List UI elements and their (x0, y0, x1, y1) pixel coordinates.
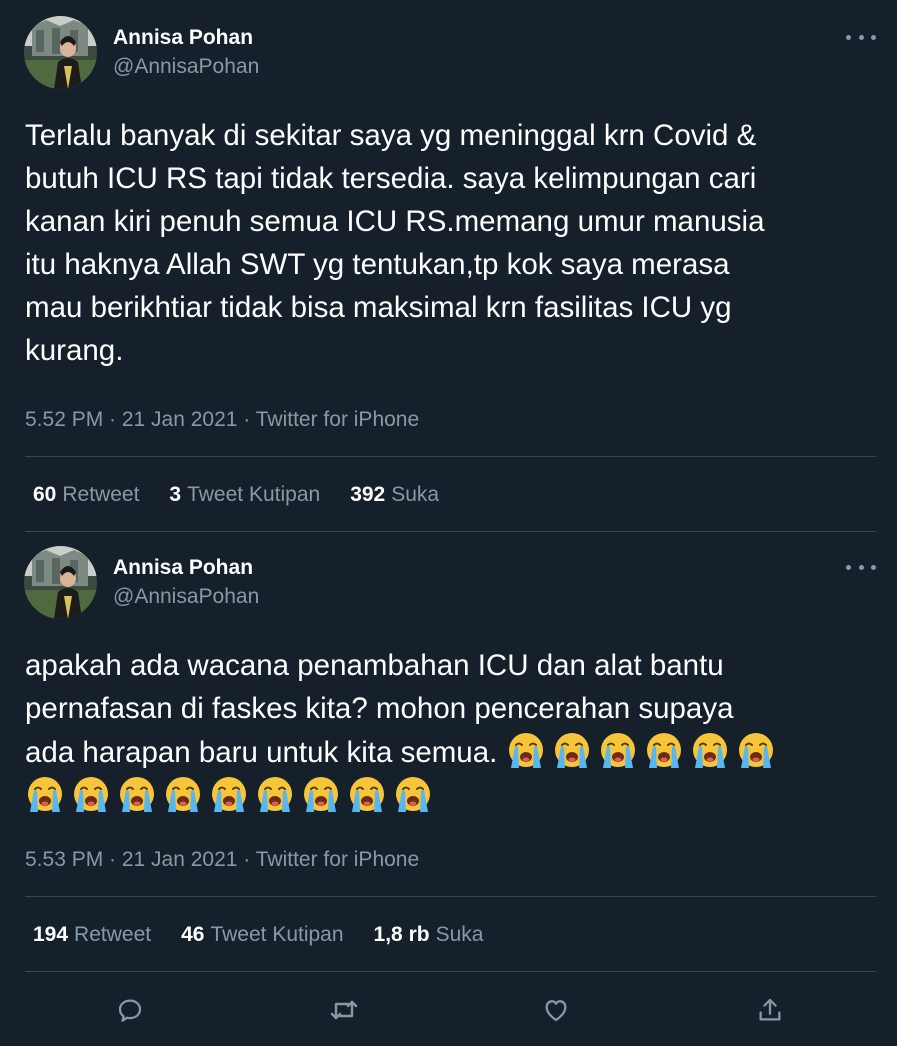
divider (25, 531, 876, 532)
emoji-row (506, 733, 782, 769)
retweet-label: Retweet (62, 483, 140, 506)
share-icon[interactable] (750, 990, 790, 1030)
tweet-text: apakah ada wacana penambahan ICU dan ala… (25, 644, 885, 818)
author-handle[interactable]: @AnnisaPohan (113, 55, 259, 79)
loudly-crying-face-icon (600, 733, 635, 768)
retweet-stat[interactable]: 194 Retweet (33, 923, 151, 947)
tweet-stats: 194 Retweet 46 Tweet Kutipan 1,8 rb Suka (33, 923, 483, 947)
quote-count: 46 (181, 923, 205, 946)
loudly-crying-face-icon (396, 777, 430, 812)
tweet-timestamp[interactable]: 5.52 PM · 21 Jan 2021 · Twitter for iPho… (25, 408, 419, 432)
loudly-crying-face-icon (28, 777, 62, 812)
avatar[interactable] (24, 16, 97, 89)
emoji-row (25, 777, 439, 813)
divider (25, 456, 876, 457)
like-label: Suka (391, 483, 440, 506)
author-name[interactable]: Annisa Pohan (113, 26, 253, 50)
quote-count: 3 (169, 483, 182, 506)
quote-stat[interactable]: 46 Tweet Kutipan (181, 923, 343, 947)
avatar[interactable] (24, 546, 97, 619)
loudly-crying-face-icon (212, 777, 246, 812)
loudly-crying-face-icon (120, 777, 154, 812)
like-count: 1,8 rb (373, 923, 430, 946)
more-options-icon[interactable] (846, 557, 876, 577)
retweet-count: 60 (33, 483, 57, 506)
quote-label: Tweet Kutipan (210, 923, 344, 946)
like-label: Suka (435, 923, 484, 946)
like-stat[interactable]: 1,8 rb Suka (374, 923, 484, 947)
loudly-crying-face-icon (554, 733, 589, 768)
profile-photo-icon (24, 546, 97, 619)
loudly-crying-face-icon (74, 777, 108, 812)
loudly-crying-face-icon (508, 733, 543, 768)
more-options-icon[interactable] (846, 27, 876, 47)
tweet-timestamp[interactable]: 5.53 PM · 21 Jan 2021 · Twitter for iPho… (25, 848, 419, 872)
like-count: 392 (350, 483, 386, 506)
loudly-crying-face-icon (166, 777, 200, 812)
tweet-text: Terlalu banyak di sekitar saya yg mening… (25, 119, 765, 367)
loudly-crying-face-icon (646, 733, 681, 768)
author-handle[interactable]: @AnnisaPohan (113, 585, 259, 609)
loudly-crying-face-icon (258, 777, 292, 812)
like-stat[interactable]: 392 Suka (350, 483, 439, 507)
retweet-label: Retweet (74, 923, 152, 946)
divider (25, 971, 876, 972)
profile-photo-icon (24, 16, 97, 89)
retweet-icon[interactable] (324, 990, 364, 1030)
tweet-stats: 60 Retweet 3 Tweet Kutipan 392 Suka (33, 483, 439, 507)
quote-stat[interactable]: 3 Tweet Kutipan (169, 483, 320, 507)
reply-icon[interactable] (110, 990, 150, 1030)
author-name[interactable]: Annisa Pohan (113, 556, 253, 580)
quote-label: Tweet Kutipan (187, 483, 321, 506)
action-bar (0, 990, 897, 1030)
loudly-crying-face-icon (350, 777, 384, 812)
divider (25, 896, 876, 897)
retweet-stat[interactable]: 60 Retweet (33, 483, 139, 507)
like-icon[interactable] (536, 990, 576, 1030)
loudly-crying-face-icon (692, 733, 727, 768)
loudly-crying-face-icon (304, 777, 338, 812)
retweet-count: 194 (33, 923, 69, 946)
loudly-crying-face-icon (738, 733, 773, 768)
